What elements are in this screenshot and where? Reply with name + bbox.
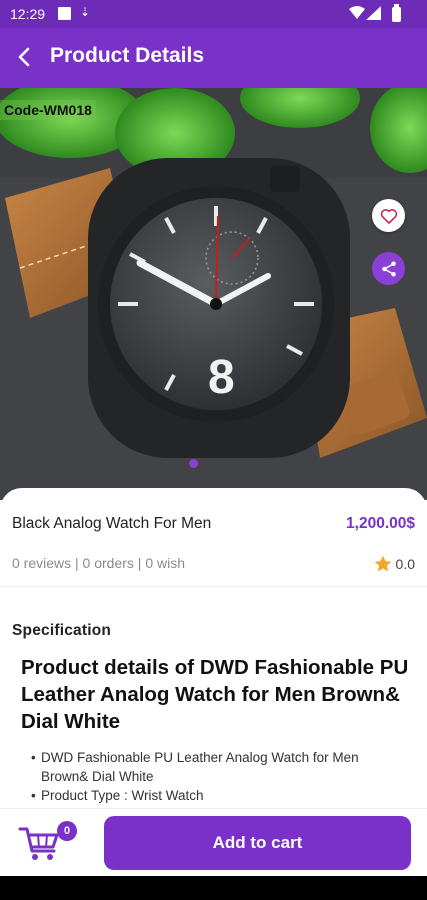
cart-count-badge: 0: [57, 821, 77, 841]
list-item: Product Type : Wrist Watch: [31, 786, 413, 805]
specification-heading: Specification: [12, 622, 112, 639]
product-detail-title: Product details of DWD Fashionable PU Le…: [21, 656, 409, 733]
heart-icon: [380, 208, 397, 224]
list-item-line: DWD Fashionable PU Leather Analog Watch …: [41, 750, 359, 765]
list-item: DWD Fashionable PU Leather Analog Watch …: [31, 748, 413, 786]
divider: [0, 586, 427, 587]
battery-icon: [392, 4, 401, 22]
page-title: Product Details: [50, 44, 205, 67]
star-icon: [374, 555, 391, 572]
app-bar: Product Details: [0, 28, 427, 88]
wifi-icon: [349, 6, 365, 19]
svg-text:8: 8: [208, 351, 235, 404]
bottom-action-bar: 0 Add to cart: [0, 808, 427, 876]
list-item-line: Product Type : Wrist Watch: [41, 788, 204, 803]
product-stats: 0 reviews | 0 orders | 0 wish: [12, 555, 186, 571]
product-image: 8: [0, 88, 427, 500]
shopping-cart-icon[interactable]: [18, 823, 62, 863]
back-arrow-icon[interactable]: [10, 42, 40, 72]
add-to-cart-button[interactable]: Add to cart: [104, 816, 411, 870]
product-details-sheet: Black Analog Watch For Men 1,200.00$ 0 r…: [0, 488, 427, 818]
download-icon: ⇣: [80, 5, 91, 19]
product-rating: 0.0: [373, 554, 415, 574]
status-bar: 12:29 ⇣: [0, 0, 427, 28]
carousel-indicator[interactable]: [189, 459, 198, 468]
list-item-line: Brown& Dial White: [41, 769, 154, 784]
favorite-button[interactable]: [372, 199, 405, 232]
share-icon: [381, 261, 396, 276]
product-price: 1,200.00$: [346, 515, 415, 532]
product-image-gallery[interactable]: 8 Code-WM018: [0, 88, 427, 500]
signal-icon: [366, 6, 381, 20]
rating-value: 0.0: [395, 556, 415, 572]
share-button[interactable]: [372, 252, 405, 285]
product-name: Black Analog Watch For Men: [12, 515, 212, 532]
notification-icon: [58, 7, 71, 20]
status-time: 12:29: [10, 6, 46, 22]
product-code-tag: Code-WM018: [0, 100, 96, 120]
system-navigation-bar: [0, 876, 427, 900]
